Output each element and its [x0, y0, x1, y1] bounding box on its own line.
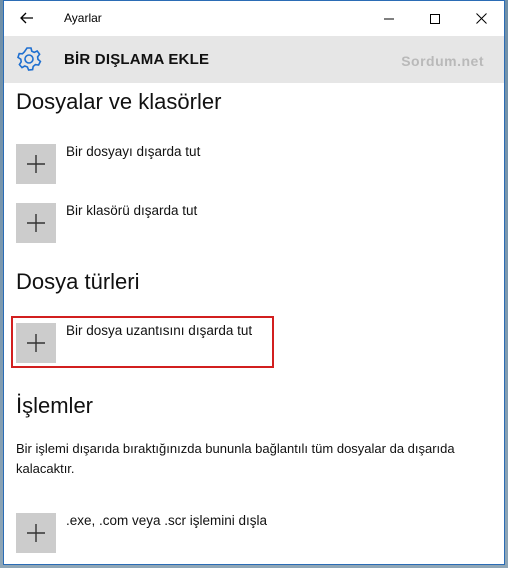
content-area: Dosyalar ve klasörler Bir dosyayı dışard…: [4, 83, 504, 564]
page-header: BİR DIŞLAMA EKLE Sordum.net: [4, 36, 504, 83]
add-process-label[interactable]: .exe, .com veya .scr işlemini dışla: [66, 513, 267, 528]
plus-icon: [27, 334, 45, 352]
add-process-button[interactable]: [16, 513, 56, 553]
title-bar: Ayarlar: [4, 1, 504, 36]
plus-icon: [27, 155, 45, 173]
close-button[interactable]: [458, 1, 504, 36]
window-title: Ayarlar: [64, 11, 102, 25]
plus-icon: [27, 214, 45, 232]
add-file-label[interactable]: Bir dosyayı dışarda tut: [66, 144, 200, 159]
minimize-button[interactable]: [366, 1, 412, 36]
section-title-files: Dosyalar ve klasörler: [16, 89, 222, 114]
minimize-icon: [384, 18, 394, 19]
add-folder-label[interactable]: Bir klasörü dışarda tut: [66, 203, 197, 218]
watermark: Sordum.net: [401, 53, 484, 69]
add-file-button[interactable]: [16, 144, 56, 184]
gear-icon: [17, 47, 42, 71]
plus-icon: [27, 524, 45, 542]
add-folder-button[interactable]: [16, 203, 56, 243]
section-title-types: Dosya türleri: [16, 269, 140, 294]
arrow-left-icon: [20, 12, 33, 24]
add-extension-label[interactable]: Bir dosya uzantısını dışarda tut: [66, 323, 252, 338]
add-extension-button[interactable]: [16, 323, 56, 363]
close-icon: [475, 13, 487, 24]
settings-window: Ayarlar BİR DIŞLAMA EKLE Sordum.net Dosy…: [3, 0, 505, 565]
maximize-button[interactable]: [412, 1, 458, 36]
maximize-icon: [430, 13, 440, 24]
page-title: BİR DIŞLAMA EKLE: [64, 51, 210, 68]
back-button[interactable]: [16, 8, 38, 28]
section-title-processes: İşlemler: [16, 393, 94, 418]
processes-description: Bir işlemi dışarıda bıraktığınızda bunun…: [16, 441, 455, 476]
